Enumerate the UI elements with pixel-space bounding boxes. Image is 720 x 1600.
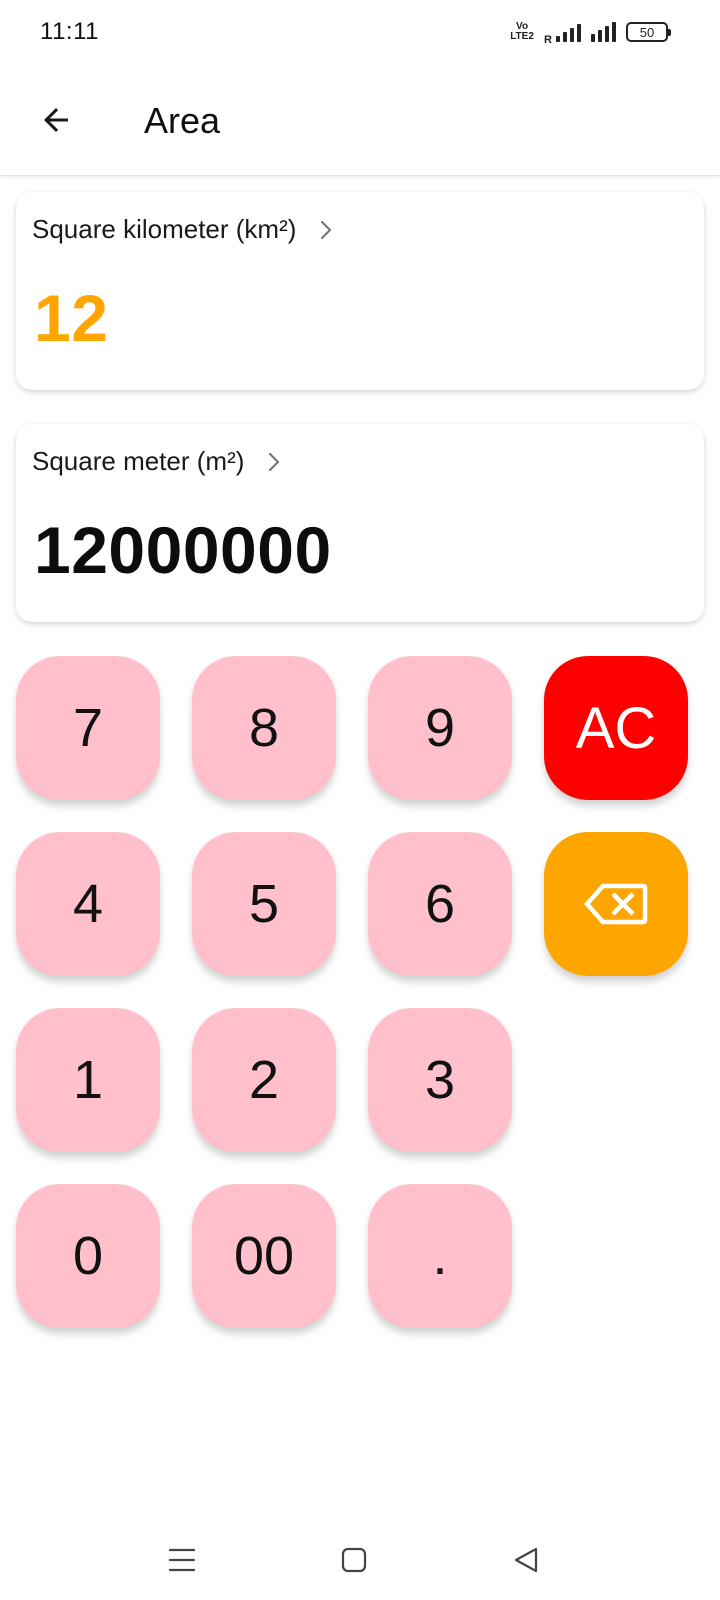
battery-level: 50 bbox=[639, 24, 655, 40]
volte-bottom-label: LTE2 bbox=[510, 31, 534, 42]
key-8[interactable]: 8 bbox=[192, 656, 336, 800]
home-button[interactable] bbox=[332, 1538, 376, 1582]
status-time: 11:11 bbox=[40, 18, 99, 45]
key-6[interactable]: 6 bbox=[368, 832, 512, 976]
roaming-indicator: R bbox=[544, 34, 552, 46]
home-icon bbox=[341, 1547, 367, 1573]
signal-2-icon bbox=[591, 22, 616, 42]
page-title: Area bbox=[144, 100, 221, 141]
source-unit-value: 12 bbox=[34, 281, 109, 355]
target-unit-label: Square meter (m²) bbox=[32, 446, 245, 476]
key-5[interactable]: 5 bbox=[192, 832, 336, 976]
battery-icon: 50 bbox=[626, 22, 671, 42]
key-4[interactable]: 4 bbox=[16, 832, 160, 976]
backspace-icon bbox=[583, 883, 648, 925]
key-3[interactable]: 3 bbox=[368, 1008, 512, 1152]
source-unit-selector[interactable]: Square kilometer (km²) bbox=[32, 214, 334, 245]
key-9[interactable]: 9 bbox=[368, 656, 512, 800]
target-unit-card[interactable]: Square meter (m²) 12000000 bbox=[16, 424, 704, 622]
recent-apps-button[interactable] bbox=[160, 1538, 204, 1582]
key-decimal[interactable]: . bbox=[368, 1184, 512, 1328]
chevron-right-icon bbox=[321, 220, 332, 239]
key-0[interactable]: 0 bbox=[16, 1184, 160, 1328]
key-00[interactable]: 00 bbox=[192, 1184, 336, 1328]
arrow-back-icon bbox=[44, 108, 68, 132]
app-bar: Area bbox=[0, 64, 720, 176]
signal-1-icon bbox=[556, 22, 581, 42]
key-1[interactable]: 1 bbox=[16, 1008, 160, 1152]
target-unit-value: 12000000 bbox=[34, 513, 332, 587]
system-back-button[interactable] bbox=[504, 1538, 548, 1582]
key-7[interactable]: 7 bbox=[16, 656, 160, 800]
status-bar: 11:11 Vo LTE2 R 50 bbox=[0, 0, 720, 64]
status-icons: Vo LTE2 R 50 bbox=[510, 18, 671, 46]
back-button[interactable] bbox=[30, 94, 82, 146]
volte-icon: Vo LTE2 bbox=[510, 22, 534, 42]
clear-button[interactable]: AC bbox=[544, 656, 688, 800]
back-triangle-icon bbox=[514, 1547, 538, 1573]
key-2[interactable]: 2 bbox=[192, 1008, 336, 1152]
source-unit-card[interactable]: Square kilometer (km²) 12 bbox=[16, 192, 704, 390]
backspace-button[interactable] bbox=[544, 832, 688, 976]
system-nav-bar bbox=[0, 1520, 720, 1600]
source-unit-label: Square kilometer (km²) bbox=[32, 214, 297, 244]
target-unit-selector[interactable]: Square meter (m²) bbox=[32, 446, 282, 477]
chevron-right-icon bbox=[269, 452, 280, 471]
menu-icon bbox=[168, 1548, 196, 1572]
